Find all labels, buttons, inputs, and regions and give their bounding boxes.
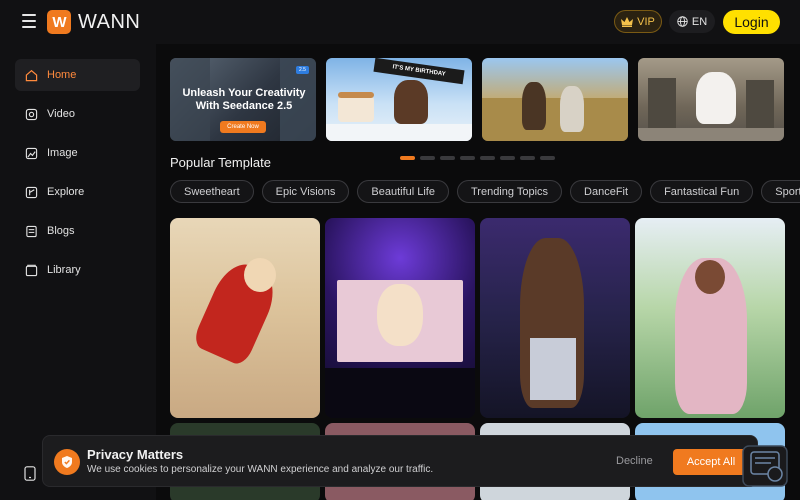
cookie-text: We use cookies to personalize your WANN … [87, 464, 434, 475]
carousel-dot[interactable] [480, 156, 495, 160]
banner-create-button[interactable]: Create Now [220, 121, 266, 133]
sidebar-item-label: Image [47, 147, 78, 159]
chip-trending-topics[interactable]: Trending Topics [456, 180, 563, 203]
template-card[interactable] [635, 218, 785, 418]
blogs-icon [26, 225, 37, 237]
banner-seedance[interactable]: 2.5 Unleash Your Creativity With Seedanc… [170, 58, 316, 141]
banner-dancer[interactable] [638, 58, 784, 141]
sidebar-item-label: Library [47, 264, 81, 276]
login-button[interactable]: Login [723, 10, 780, 34]
banner-birthday[interactable]: IT'S MY BIRTHDAY [326, 58, 472, 141]
sidebar-item-library[interactable]: Library [15, 254, 140, 286]
chip-sports[interactable]: Sports Li [761, 180, 800, 203]
banner-horse-riding[interactable] [482, 58, 628, 141]
explore-icon [25, 186, 38, 198]
chip-dancefit[interactable]: DanceFit [570, 180, 643, 203]
sidebar-item-image[interactable]: Image [15, 137, 140, 169]
globe-icon [677, 16, 688, 27]
carousel-dot[interactable] [400, 156, 415, 160]
app-name[interactable]: WANN [78, 11, 140, 34]
crown-icon [621, 16, 634, 27]
support-chat-icon[interactable] [741, 444, 789, 488]
carousel-dots [400, 156, 555, 160]
carousel-dot[interactable] [460, 156, 475, 160]
vip-button[interactable]: VIP [614, 10, 662, 33]
banner-title: Unleash Your Creativity With Seedance 2.… [182, 87, 306, 112]
sidebar: Home Video Image Explore Blogs Library [0, 44, 156, 500]
logo-letter: W [52, 13, 66, 31]
sidebar-item-label: Blogs [47, 225, 75, 237]
library-icon [25, 264, 38, 276]
video-icon [25, 108, 38, 120]
sidebar-item-explore[interactable]: Explore [15, 176, 140, 208]
home-icon [25, 69, 38, 81]
main-content: 2.5 Unleash Your Creativity With Seedanc… [156, 44, 800, 500]
category-chips: Sweetheart Epic Visions Beautiful Life T… [170, 180, 800, 203]
carousel-dot[interactable] [540, 156, 555, 160]
language-label: EN [691, 15, 708, 28]
mobile-app-icon[interactable] [24, 466, 36, 481]
template-card[interactable] [325, 218, 475, 418]
carousel-dot[interactable] [520, 156, 535, 160]
chip-sweetheart[interactable]: Sweetheart [170, 180, 254, 203]
sidebar-item-video[interactable]: Video [15, 98, 140, 130]
section-title: Popular Template [170, 155, 271, 170]
accept-all-button[interactable]: Accept All [673, 449, 749, 475]
image-icon [25, 147, 38, 159]
sidebar-item-blogs[interactable]: Blogs [15, 215, 140, 247]
sidebar-item-label: Explore [47, 186, 85, 198]
carousel-dot[interactable] [500, 156, 515, 160]
logo-icon[interactable]: W [47, 10, 71, 34]
cookie-title: Privacy Matters [87, 447, 184, 462]
sidebar-item-home[interactable]: Home [15, 59, 140, 91]
banner-tag: 2.5 [296, 66, 309, 74]
menu-icon[interactable] [22, 14, 36, 28]
carousel-dot[interactable] [440, 156, 455, 160]
sidebar-item-label: Home [47, 69, 77, 81]
sidebar-item-label: Video [47, 108, 75, 120]
vip-label: VIP [637, 15, 655, 28]
chip-epic-visions[interactable]: Epic Visions [261, 180, 350, 203]
cookie-banner: Privacy Matters We use cookies to person… [42, 435, 758, 487]
chip-beautiful-life[interactable]: Beautiful Life [357, 180, 449, 203]
top-bar: W WANN VIP EN Login [0, 0, 800, 44]
template-card[interactable] [480, 218, 630, 418]
chip-fantastical-fun[interactable]: Fantastical Fun [650, 180, 754, 203]
carousel-dot[interactable] [420, 156, 435, 160]
decline-button[interactable]: Decline [616, 455, 653, 467]
shield-icon [54, 449, 80, 475]
language-button[interactable]: EN [669, 10, 715, 33]
template-card[interactable] [170, 218, 320, 418]
